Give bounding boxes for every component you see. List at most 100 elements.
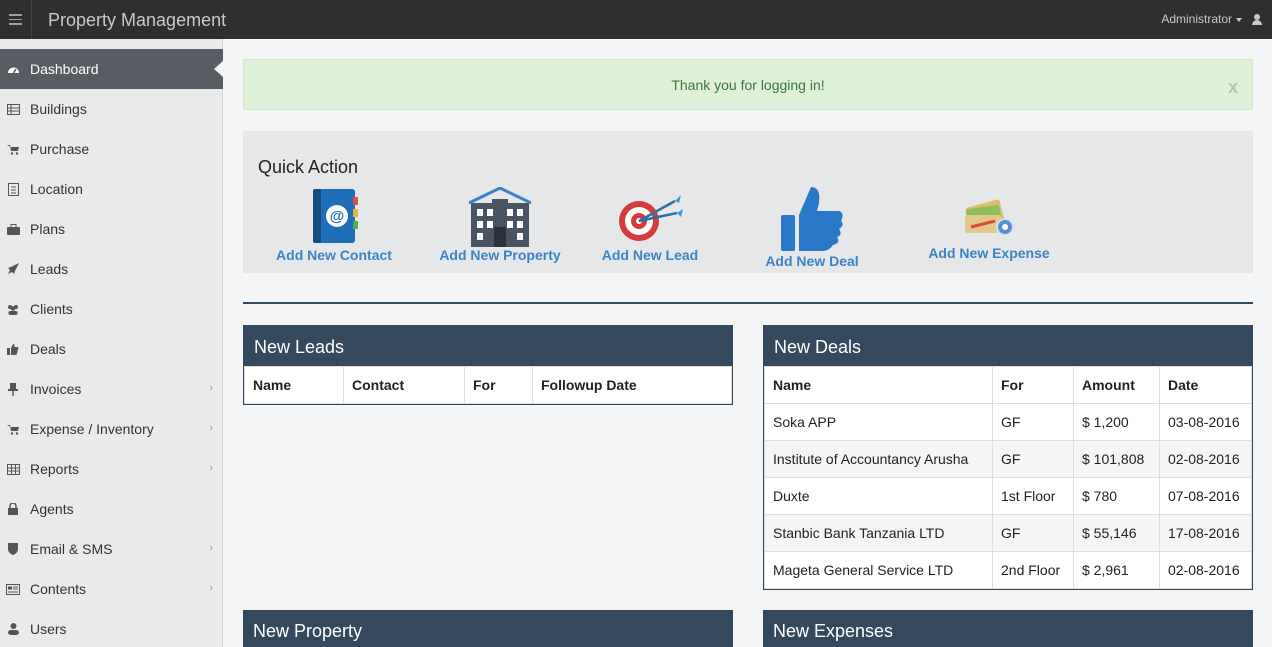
sidebar-item-agents[interactable]: Agents: [0, 489, 223, 529]
deal-for: 2nd Floor: [992, 551, 1074, 589]
add-new-contact-button[interactable]: @ Add New Contact: [273, 187, 395, 263]
action-label: Add New Property: [439, 247, 561, 263]
new-deals-table: Name For Amount Date Soka APP GF $ 1,200…: [764, 366, 1252, 589]
thumbs-up-icon: [781, 187, 843, 251]
menu-toggle-icon[interactable]: [0, 0, 30, 39]
app-title[interactable]: Property Management: [48, 10, 226, 31]
building-icon: [468, 187, 532, 247]
sidebar-item-label: Agents: [30, 501, 74, 517]
sidebar-item-buildings[interactable]: Buildings: [0, 89, 223, 129]
shield-icon: [6, 543, 20, 555]
rocket-icon: [6, 263, 20, 275]
user-name: Administrator: [1161, 12, 1232, 26]
chevron-right-icon: ›: [209, 422, 213, 434]
new-leads-panel: New Leads Name Contact For Followup Date: [243, 325, 733, 405]
sidebar-item-label: Users: [30, 621, 67, 637]
column-header[interactable]: Amount: [1073, 366, 1160, 404]
deal-for: GF: [992, 440, 1074, 478]
table-row[interactable]: Soka APP GF $ 1,200 03-08-2016: [764, 403, 1252, 441]
deal-amount: $ 2,961: [1073, 551, 1160, 589]
sidebar-item-label: Location: [30, 181, 83, 197]
new-deals-panel: New Deals Name For Amount Date Soka APP …: [763, 325, 1253, 590]
sidebar-item-label: Email & SMS: [30, 541, 113, 557]
panel-title: New Deals: [764, 326, 1252, 366]
panel-title: New Expenses: [773, 621, 894, 641]
chevron-right-icon: ›: [209, 462, 213, 474]
svg-text:@: @: [330, 208, 345, 225]
table-row[interactable]: Stanbic Bank Tanzania LTD GF $ 55,146 17…: [764, 514, 1252, 552]
sidebar-item-contents[interactable]: Contents ›: [0, 569, 223, 609]
table-row[interactable]: Duxte 1st Floor $ 780 07-08-2016: [764, 477, 1252, 515]
column-header[interactable]: Followup Date: [532, 366, 732, 404]
sidebar-item-deals[interactable]: Deals: [0, 329, 223, 369]
deal-date: 03-08-2016: [1159, 403, 1252, 441]
table-header-row: Name For Amount Date: [764, 366, 1252, 404]
deal-for: 1st Floor: [992, 477, 1074, 515]
sidebar-item-leads[interactable]: Leads: [0, 249, 223, 289]
sidebar-item-label: Dashboard: [30, 61, 99, 77]
sidebar-item-expense-inventory[interactable]: Expense / Inventory ›: [0, 409, 223, 449]
deal-date: 02-08-2016: [1159, 440, 1252, 478]
location-icon: [6, 182, 20, 196]
top-bar: Property Management Administrator: [0, 0, 1272, 39]
column-header[interactable]: Contact: [343, 366, 465, 404]
sidebar-item-label: Purchase: [30, 141, 90, 157]
deal-for: GF: [992, 403, 1074, 441]
column-header[interactable]: Name: [764, 366, 993, 404]
deal-amount: $ 1,200: [1073, 403, 1160, 441]
column-header[interactable]: For: [992, 366, 1074, 404]
sidebar-item-plans[interactable]: Plans: [0, 209, 223, 249]
section-divider: [243, 302, 1253, 304]
dashboard-icon: [6, 63, 20, 75]
divider: [31, 0, 32, 39]
user-menu[interactable]: Administrator: [1161, 12, 1262, 26]
sidebar-item-email-sms[interactable]: Email & SMS ›: [0, 529, 223, 569]
add-new-property-button[interactable]: Add New Property: [436, 187, 564, 263]
sidebar-item-label: Deals: [30, 341, 66, 357]
sidebar-item-clients[interactable]: Clients: [0, 289, 223, 329]
target-icon: [619, 195, 683, 241]
add-new-expense-button[interactable]: Add New Expense: [926, 193, 1052, 261]
sidebar-item-invoices[interactable]: Invoices ›: [0, 369, 223, 409]
deal-date: 02-08-2016: [1159, 551, 1252, 589]
table-row[interactable]: Institute of Accountancy Arusha GF $ 101…: [764, 440, 1252, 478]
panel-title: New Leads: [244, 326, 732, 366]
lock-icon: [6, 503, 20, 515]
action-label: Add New Expense: [928, 245, 1050, 261]
deal-name: Mageta General Service LTD: [764, 551, 993, 589]
quick-action-panel: Quick Action @ Add New Contact Add New P…: [243, 131, 1253, 273]
add-new-lead-button[interactable]: Add New Lead: [599, 187, 701, 263]
briefcase-icon: [6, 223, 20, 235]
new-property-panel: New Property: [243, 610, 733, 647]
sidebar-item-label: Contents: [30, 581, 87, 597]
column-header[interactable]: Name: [244, 366, 344, 404]
address-book-icon: @: [313, 189, 358, 243]
sidebar-item-reports[interactable]: Reports ›: [0, 449, 223, 489]
table-row[interactable]: Mageta General Service LTD 2nd Floor $ 2…: [764, 551, 1252, 589]
newspaper-icon: [6, 583, 20, 595]
sidebar-item-label: Buildings: [30, 101, 87, 117]
sidebar-item-purchase[interactable]: Purchase: [0, 129, 223, 169]
users-icon: [6, 303, 20, 315]
chevron-right-icon: ›: [209, 382, 213, 394]
sidebar-item-label: Invoices: [30, 381, 82, 397]
column-header[interactable]: Date: [1159, 366, 1252, 404]
add-new-deal-button[interactable]: Add New Deal: [759, 185, 865, 269]
table-header-row: Name Contact For Followup Date: [244, 366, 732, 404]
login-success-alert: Thank you for logging in! x: [243, 59, 1253, 110]
caret-down-icon: [1236, 18, 1242, 22]
sidebar-item-dashboard[interactable]: Dashboard: [0, 49, 223, 89]
sidebar-item-users[interactable]: Users: [0, 609, 223, 647]
new-expenses-panel: New Expenses: [763, 610, 1253, 647]
quick-action-title: Quick Action: [258, 157, 359, 177]
deal-for: GF: [992, 514, 1074, 552]
sidebar-item-location[interactable]: Location: [0, 169, 223, 209]
chevron-right-icon: ›: [209, 582, 213, 594]
column-header[interactable]: For: [464, 366, 533, 404]
close-icon[interactable]: x: [1228, 77, 1238, 98]
action-label: Add New Contact: [276, 247, 392, 263]
buildings-icon: [6, 103, 20, 115]
deal-date: 07-08-2016: [1159, 477, 1252, 515]
deal-name: Stanbic Bank Tanzania LTD: [764, 514, 993, 552]
chevron-right-icon: ›: [209, 542, 213, 554]
